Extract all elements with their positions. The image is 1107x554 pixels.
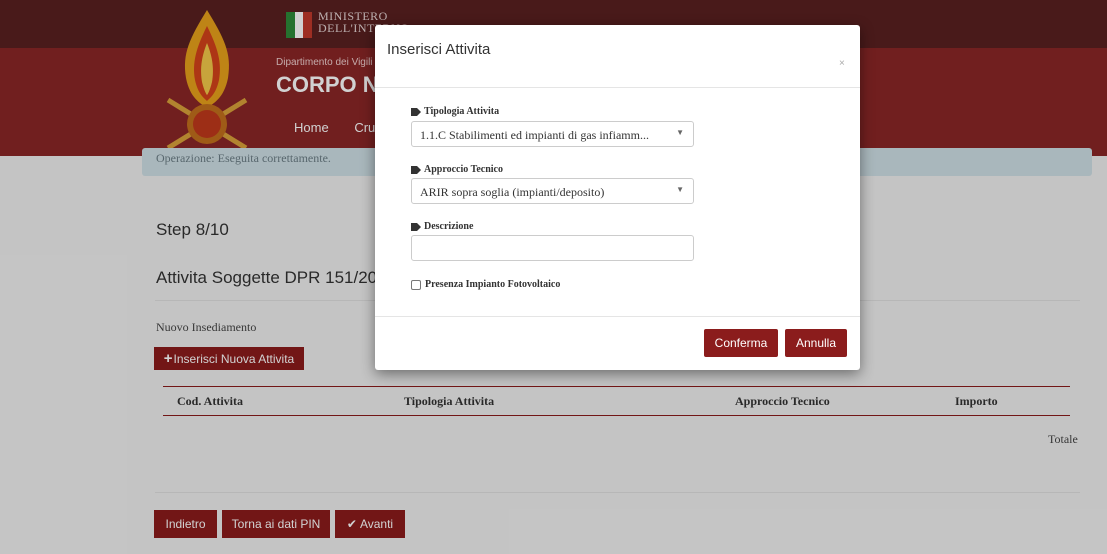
- tag-icon: [411, 107, 421, 116]
- modal-header-divider: [375, 87, 860, 88]
- cancel-button[interactable]: Annulla: [785, 329, 847, 357]
- fotovoltaico-label: Presenza Impianto Fotovoltaico: [425, 279, 561, 290]
- tag-icon: [411, 165, 421, 174]
- tipologia-label: Tipologia Attivita: [411, 106, 499, 117]
- fotovoltaico-checkbox-row[interactable]: Presenza Impianto Fotovoltaico: [411, 279, 560, 290]
- tipologia-select[interactable]: 1.1.C Stabilimenti ed impianti di gas in…: [411, 121, 694, 147]
- chevron-down-icon: ▼: [676, 185, 684, 194]
- confirm-button[interactable]: Conferma: [704, 329, 778, 357]
- approccio-select[interactable]: ARIR sopra soglia (impianti/deposito) ▼: [411, 178, 694, 204]
- approccio-label: Approccio Tecnico: [411, 164, 503, 175]
- close-icon[interactable]: ×: [839, 58, 845, 69]
- descrizione-label: Descrizione: [411, 221, 473, 232]
- modal-footer-divider: [375, 316, 860, 317]
- descrizione-input[interactable]: [411, 235, 694, 261]
- chevron-down-icon: ▼: [676, 128, 684, 137]
- fotovoltaico-checkbox[interactable]: [411, 279, 421, 290]
- modal-title: Inserisci Attivita: [387, 41, 491, 58]
- tag-icon: [411, 222, 421, 231]
- insert-activity-modal: Inserisci Attivita × Tipologia Attivita …: [375, 25, 860, 370]
